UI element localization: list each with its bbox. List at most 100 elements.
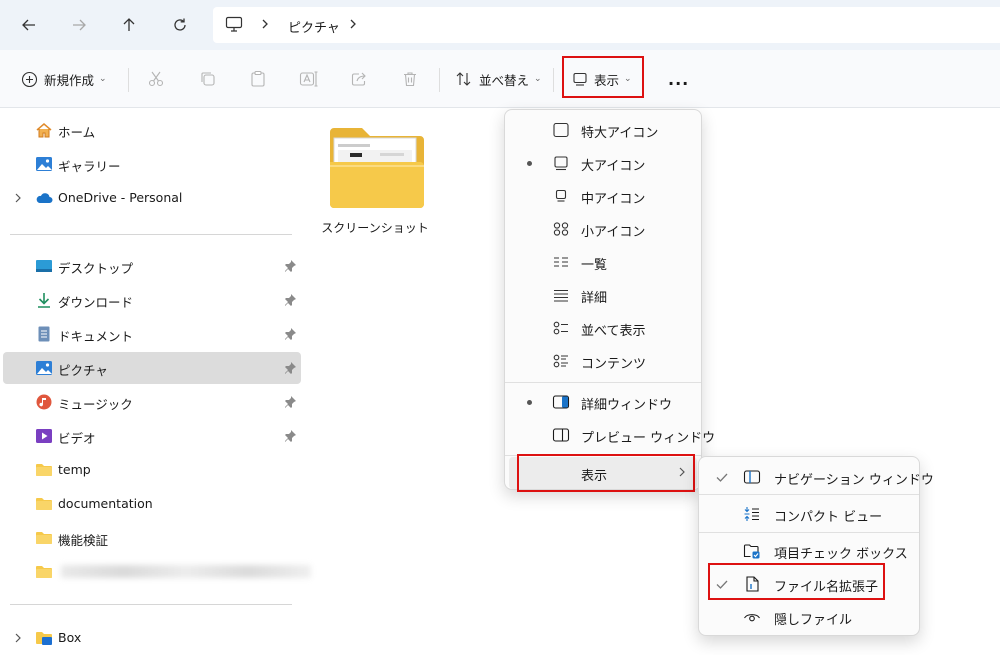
- pin-icon[interactable]: [283, 429, 297, 443]
- cloud-icon: [36, 193, 53, 203]
- folder-icon: [36, 464, 52, 476]
- chevron-right-icon[interactable]: [259, 16, 271, 32]
- nav-label: ダウンロード: [58, 295, 134, 310]
- trash-icon: [404, 72, 416, 87]
- pin-icon[interactable]: [283, 361, 297, 375]
- nav-item-temp[interactable]: temp: [3, 454, 301, 486]
- forward-button[interactable]: [64, 10, 94, 40]
- menu-item-show[interactable]: 表示: [509, 457, 697, 489]
- menu-item-label: 詳細: [581, 291, 608, 306]
- navigation-pane: ホーム ギャラリー OneDrive - Personal デスクトップ ダウン…: [0, 108, 311, 655]
- folder-large-icon: [330, 128, 424, 208]
- menu-item-medium-icons[interactable]: 中アイコン: [509, 180, 697, 212]
- plus-circle-icon: [21, 71, 38, 87]
- refresh-button[interactable]: [165, 10, 195, 40]
- address-field[interactable]: ピクチャ: [213, 7, 1000, 43]
- menu-item-tiles[interactable]: 並べて表示: [509, 312, 697, 344]
- menu-item-large-icons[interactable]: 大アイコン: [509, 147, 697, 179]
- nav-label: ミュージック: [58, 397, 133, 412]
- view-dropdown-menu: 特大アイコン 大アイコン 中アイコン 小アイコン 一覧 詳細 並べて表示 コンテ…: [504, 109, 715, 490]
- pin-icon[interactable]: [283, 395, 297, 409]
- preview-pane-icon: [552, 428, 570, 442]
- submenu-item-label: 項目チェック ボックス: [774, 547, 908, 562]
- nav-item-onedrive[interactable]: OneDrive - Personal: [3, 182, 301, 214]
- submenu-item-compact-view[interactable]: コンパクト ビュー: [703, 498, 915, 530]
- chevron-right-icon: [679, 467, 685, 477]
- nav-item-desktop[interactable]: デスクトップ: [3, 250, 301, 282]
- nav-item-box[interactable]: Box: [3, 622, 301, 654]
- rename-icon: [299, 71, 318, 87]
- breadcrumb-pictures[interactable]: ピクチャ: [288, 17, 340, 36]
- content-icon: [553, 354, 568, 368]
- more-options-button[interactable]: ...: [668, 64, 689, 94]
- nav-item-gallery[interactable]: ギャラリー: [3, 148, 301, 180]
- pin-icon[interactable]: [283, 293, 297, 307]
- nav-item-pictures[interactable]: ピクチャ: [3, 352, 301, 384]
- submenu-item-file-extensions[interactable]: ファイル名拡張子: [703, 568, 915, 600]
- nav-item-documentation[interactable]: documentation: [3, 488, 301, 520]
- back-button[interactable]: [14, 10, 44, 40]
- menu-item-extra-large-icons[interactable]: 特大アイコン: [509, 114, 697, 146]
- share-icon: [351, 72, 366, 86]
- new-label: 新規作成: [44, 72, 95, 88]
- nav-item-documents[interactable]: ドキュメント: [3, 318, 301, 350]
- folder-icon: [36, 566, 52, 578]
- menu-item-label: 一覧: [581, 258, 608, 273]
- menu-item-small-icons[interactable]: 小アイコン: [509, 213, 697, 245]
- menu-item-content[interactable]: コンテンツ: [509, 345, 697, 377]
- rename-button[interactable]: [299, 64, 319, 94]
- home-icon: [36, 123, 52, 138]
- paste-button[interactable]: [249, 64, 267, 94]
- submenu-item-hidden-files[interactable]: 隠しファイル: [703, 601, 915, 633]
- desktop-icon: [36, 260, 52, 272]
- selected-bullet: [527, 400, 532, 405]
- nav-label: ビデオ: [58, 431, 96, 446]
- redacted-label: [61, 565, 311, 578]
- menu-item-details[interactable]: 詳細: [509, 279, 697, 311]
- nav-item-downloads[interactable]: ダウンロード: [3, 284, 301, 316]
- arrow-left-icon: [22, 19, 35, 31]
- nav-label: ギャラリー: [58, 159, 121, 174]
- nav-separator: [10, 234, 292, 235]
- menu-item-preview-pane[interactable]: プレビュー ウィンドウ: [509, 419, 715, 451]
- new-button[interactable]: 新規作成 ⌄: [21, 64, 107, 94]
- submenu-item-navigation-pane[interactable]: ナビゲーション ウィンドウ: [703, 461, 934, 493]
- nav-label: temp: [58, 462, 91, 477]
- up-button[interactable]: [114, 10, 144, 40]
- nav-item-home[interactable]: ホーム: [3, 114, 301, 146]
- share-button[interactable]: [350, 64, 368, 94]
- pin-icon[interactable]: [283, 259, 297, 273]
- menu-item-details-pane[interactable]: 詳細ウィンドウ: [509, 386, 697, 418]
- compact-view-icon: [744, 507, 759, 521]
- chevron-right-icon[interactable]: [13, 191, 23, 205]
- video-icon: [36, 429, 52, 443]
- nav-item-videos[interactable]: ビデオ: [3, 420, 301, 452]
- menu-item-label: 大アイコン: [581, 159, 646, 174]
- pin-icon[interactable]: [283, 327, 297, 341]
- nav-item-feature-test[interactable]: 機能検証: [3, 522, 301, 554]
- sort-button[interactable]: 並べ替え ⌄: [455, 64, 542, 94]
- submenu-item-item-checkboxes[interactable]: 項目チェック ボックス: [703, 535, 915, 567]
- nav-item-blurred-folder[interactable]: [3, 556, 311, 588]
- folder-label: スクリーンショット: [321, 221, 429, 235]
- toolbar-divider: [439, 68, 440, 92]
- chevron-down-icon: ⌄: [624, 74, 632, 84]
- menu-item-list[interactable]: 一覧: [509, 246, 697, 278]
- file-extension-icon: [746, 576, 759, 592]
- delete-button[interactable]: [401, 64, 419, 94]
- arrow-right-icon: [73, 19, 86, 31]
- selected-bullet: [527, 161, 532, 166]
- chevron-right-icon[interactable]: [13, 631, 23, 645]
- view-button[interactable]: 表示 ⌄: [572, 64, 632, 94]
- menu-item-label: 詳細ウィンドウ: [581, 398, 673, 413]
- scissors-icon: [148, 71, 164, 87]
- view-monitor-icon: [573, 72, 587, 86]
- nav-item-music[interactable]: ミュージック: [3, 386, 301, 418]
- menu-item-label: 表示: [581, 469, 608, 484]
- cut-button[interactable]: [147, 64, 165, 94]
- copy-button[interactable]: [199, 64, 217, 94]
- box-folder-icon: [36, 632, 52, 645]
- folder-item-screenshots[interactable]: スクリーンショット: [320, 122, 430, 237]
- chevron-right-icon[interactable]: [347, 16, 359, 32]
- eye-icon: [744, 614, 760, 622]
